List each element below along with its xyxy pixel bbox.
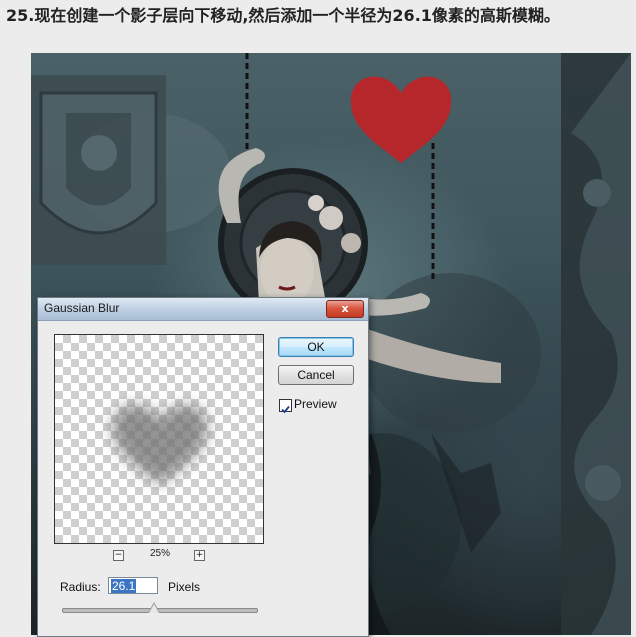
radius-input[interactable]: 26.1	[108, 577, 158, 594]
ok-button[interactable]: OK	[278, 337, 354, 357]
blurred-heart-preview	[112, 404, 208, 485]
close-button[interactable]: x	[326, 300, 364, 318]
preview-label: Preview	[294, 397, 337, 411]
tutorial-step-instruction: 25.现在创建一个影子层向下移动,然后添加一个半径为26.1像素的高斯模糊。	[6, 6, 560, 25]
zoom-in-icon: +	[195, 550, 204, 560]
dialog-titlebar[interactable]: Gaussian Blur x	[38, 298, 368, 321]
zoom-out-icon: −	[114, 550, 123, 560]
blur-preview[interactable]	[54, 334, 264, 544]
dragon-pillar-carving	[561, 53, 631, 635]
checkmark-icon	[281, 405, 290, 414]
radius-value: 26.1	[111, 579, 137, 593]
radius-slider-thumb[interactable]	[148, 602, 161, 613]
radius-unit-label: Pixels	[168, 580, 201, 594]
red-heart	[350, 76, 452, 163]
zoom-in-button[interactable]: +	[194, 550, 205, 561]
preview-checkbox[interactable]	[279, 399, 292, 414]
zoom-out-button[interactable]: −	[113, 550, 124, 561]
gaussian-blur-dialog: Gaussian Blur x − 25% + OK Cancel Previe…	[37, 297, 369, 637]
radius-label: Radius:	[60, 580, 101, 594]
stone-crest-carving	[31, 75, 166, 265]
zoom-level: 25%	[149, 548, 170, 559]
close-icon: x	[341, 302, 349, 315]
cancel-button[interactable]: Cancel	[278, 365, 354, 385]
dialog-title: Gaussian Blur	[44, 301, 120, 315]
